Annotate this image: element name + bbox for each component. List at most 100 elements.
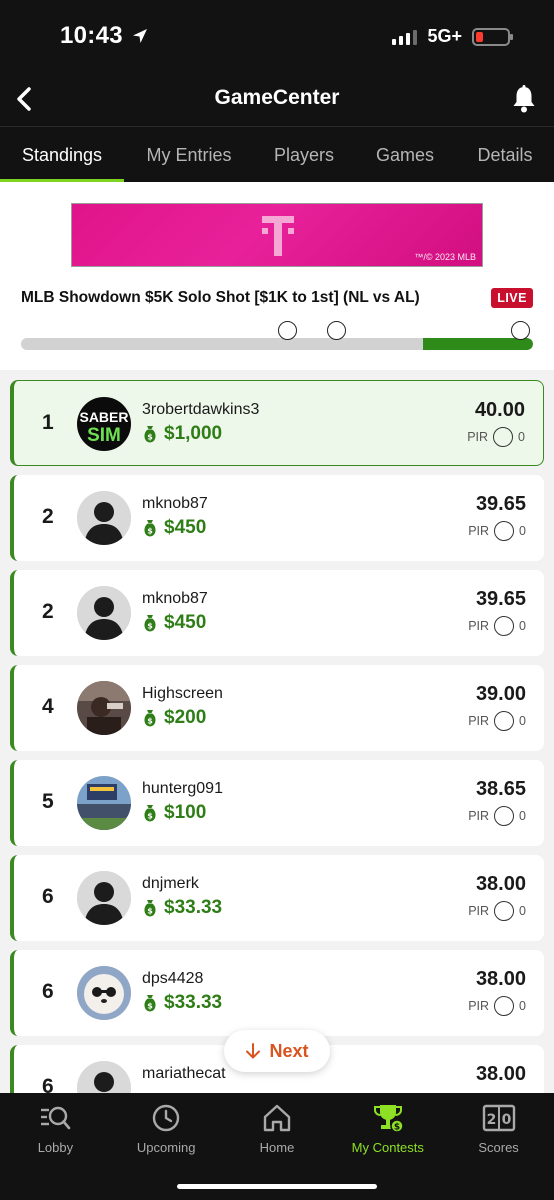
fantasy-score: 39.65	[475, 588, 526, 610]
svg-text:$: $	[147, 717, 153, 726]
pir-value: 0	[519, 524, 526, 538]
bell-icon[interactable]	[510, 84, 538, 114]
svg-text:SIM: SIM	[87, 425, 121, 446]
tab-games[interactable]: Games	[354, 127, 456, 183]
pir-indicator: PIR 0	[468, 616, 526, 636]
pir-ring-icon	[494, 806, 515, 826]
contest-title: MLB Showdown $5K Solo Shot [$1K to 1st] …	[21, 289, 420, 306]
pir-indicator: PIR 0	[467, 427, 525, 447]
username: dnjmerk	[142, 875, 199, 892]
fantasy-score: 38.00	[475, 1063, 526, 1085]
rank-number: 4	[42, 695, 54, 718]
avatar	[77, 776, 131, 830]
prize-amount: $ $200	[142, 707, 206, 729]
status-bar: 10:43 5G+	[0, 0, 554, 76]
svg-text:$: $	[147, 907, 153, 916]
money-bag-icon: $	[144, 805, 156, 822]
rank-number: 2	[42, 505, 54, 528]
contest-header: ™/© 2023 MLB MLB Showdown $5K Solo Shot …	[0, 182, 554, 370]
standings-row[interactable]: 4 Highscreen $ $200 39.00 PIR 0	[10, 665, 544, 751]
pir-label: PIR	[468, 809, 490, 823]
rank-number: 2	[42, 600, 54, 623]
network-label: 5G+	[427, 26, 462, 46]
prize-amount: $ $1,000	[142, 423, 222, 445]
rank-number: 5	[42, 790, 54, 813]
scoreboard-icon: 20	[482, 1104, 515, 1132]
next-label: Next	[269, 1040, 309, 1061]
avatar	[77, 681, 131, 735]
standings-row[interactable]: 5 hunterg091 $ $100 38.65 PIR 0	[10, 760, 544, 846]
bottom-nav-scores[interactable]: 20 Scores	[443, 1093, 554, 1200]
fantasy-score: 40.00	[474, 399, 525, 421]
pir-ring-icon	[494, 521, 515, 541]
home-indicator	[177, 1184, 377, 1189]
pir-indicator: PIR 0	[468, 901, 526, 921]
svg-text:$: $	[147, 622, 153, 631]
money-bag-icon: $	[144, 710, 156, 727]
pir-label: PIR	[468, 619, 490, 633]
fantasy-score: 39.00	[475, 683, 526, 705]
pir-indicator: PIR 0	[468, 996, 526, 1016]
prize-value: $200	[164, 707, 207, 728]
svg-text:$: $	[147, 1002, 153, 1011]
arrow-down-icon	[246, 1043, 261, 1059]
rank-number: 6	[42, 980, 54, 1003]
avatar	[77, 966, 131, 1020]
money-bag-icon: $	[144, 426, 156, 443]
pir-label: PIR	[468, 714, 490, 728]
tab-standings[interactable]: Standings	[0, 127, 124, 183]
prize-amount: $ $33.33	[142, 992, 222, 1014]
prize-value: $100	[164, 802, 207, 823]
money-bag-icon: $	[144, 900, 156, 917]
fantasy-score: 38.00	[475, 873, 526, 895]
pir-value: 0	[518, 430, 525, 444]
pir-indicator: PIR 0	[468, 521, 526, 541]
home-icon	[263, 1104, 291, 1132]
status-indicators: 5G+	[392, 26, 513, 47]
standings-row[interactable]: 2 mknob87 $ $450 39.65 PIR 0	[10, 570, 544, 656]
clock-icon	[152, 1104, 180, 1132]
username: mknob87	[142, 590, 208, 607]
progress-track	[21, 338, 533, 350]
username: mariathecat	[142, 1065, 226, 1082]
avatar: SABER SIM	[77, 397, 131, 451]
status-time: 10:43	[60, 22, 149, 50]
tab-players[interactable]: Players	[254, 127, 354, 183]
pir-label: PIR	[468, 999, 490, 1013]
svg-text:2: 2	[486, 1112, 496, 1128]
svg-text:$: $	[147, 433, 153, 442]
tab-details[interactable]: Details	[456, 127, 554, 183]
avatar	[77, 871, 131, 925]
progress-fill	[422, 338, 533, 350]
svg-text:$: $	[394, 1123, 400, 1133]
standings-row[interactable]: 2 mknob87 $ $450 39.65 PIR 0	[10, 475, 544, 561]
money-bag-icon: $	[144, 520, 156, 537]
standings-row[interactable]: 1 SABER SIM 3robertdawkins3 $ $1,000 40.00 PIR 0	[10, 380, 544, 466]
pir-ring-icon	[494, 616, 515, 636]
live-badge: LIVE	[491, 288, 533, 308]
fantasy-score: 38.65	[475, 778, 526, 800]
prize-amount: $ $33.33	[142, 897, 222, 919]
standings-row[interactable]: 6 dnjmerk $ $33.33 38.00 PIR 0	[10, 855, 544, 941]
page-title: GameCenter	[214, 86, 340, 109]
svg-text:0: 0	[501, 1112, 511, 1128]
bottom-nav-label: Upcoming	[136, 1140, 196, 1155]
avatar	[77, 586, 131, 640]
bottom-nav-lobby[interactable]: Lobby	[0, 1093, 111, 1200]
ad-banner[interactable]: ™/© 2023 MLB	[71, 203, 483, 267]
pir-value: 0	[519, 809, 526, 823]
standings-row[interactable]: 6 dps4428 $ $33.33 38.00 PIR 0	[10, 950, 544, 1036]
pir-value: 0	[519, 619, 526, 633]
pir-label: PIR	[468, 524, 490, 538]
fantasy-score: 39.65	[475, 493, 526, 515]
next-button[interactable]: Next	[224, 1030, 330, 1072]
money-bag-icon: $	[144, 995, 156, 1012]
svg-text:SABER: SABER	[79, 409, 128, 425]
battery-icon	[472, 27, 513, 46]
bottom-nav-label: My Contests	[351, 1140, 424, 1155]
prize-value: $450	[164, 517, 207, 538]
prize-amount: $ $100	[142, 802, 206, 824]
svg-text:$: $	[147, 812, 153, 821]
prize-value: $33.33	[164, 992, 223, 1013]
tab-my-entries[interactable]: My Entries	[124, 127, 254, 183]
